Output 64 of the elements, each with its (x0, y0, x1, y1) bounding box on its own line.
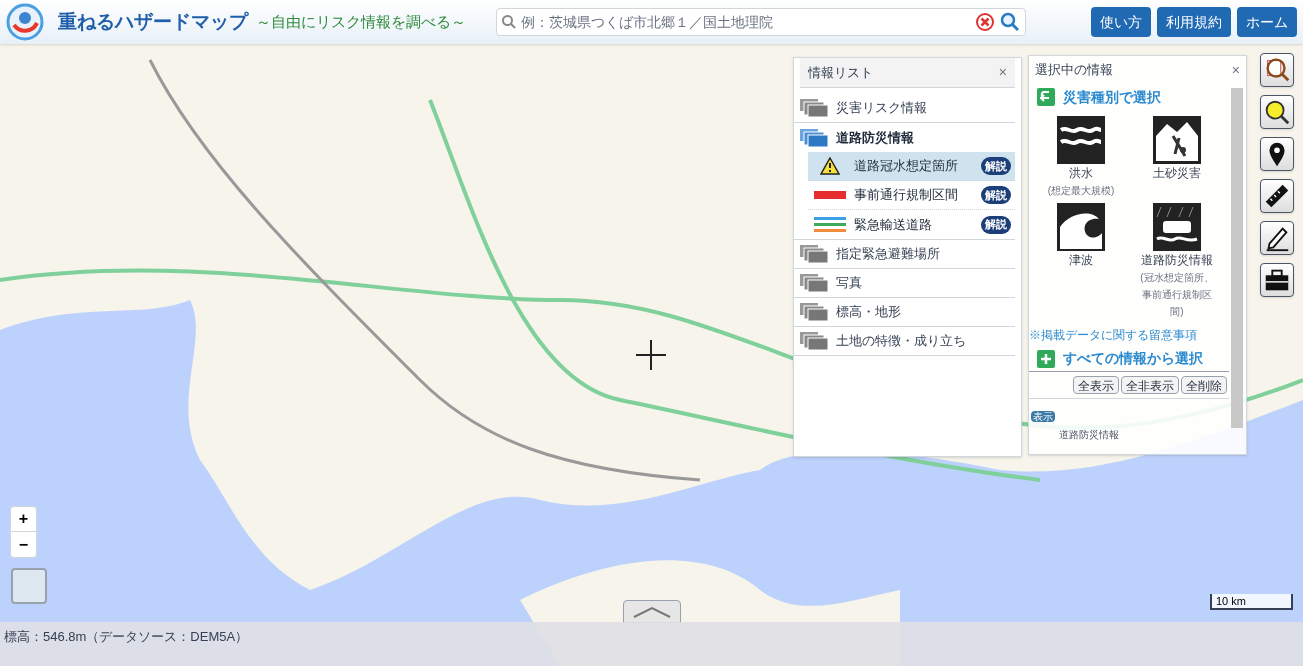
scrollbar[interactable] (1231, 88, 1243, 428)
elevation-text: 標高：546.8m（データソース：DEM5A） (4, 629, 249, 644)
panel-title: 情報リスト (808, 63, 873, 82)
list-item[interactable]: 土地の特徴・成り立ち (794, 327, 1015, 356)
map-search-icon[interactable] (1260, 53, 1294, 87)
close-button[interactable]: × (998, 62, 1007, 83)
hazard-type-icon[interactable] (1153, 203, 1201, 251)
plus-icon (1037, 349, 1055, 368)
layer-item[interactable]: 事前通行規制区間 解説 (808, 181, 1015, 210)
hazard-note: (想定最大規模) (1046, 184, 1116, 198)
hazard-search-icon[interactable] (1260, 95, 1294, 129)
section-link[interactable]: すべての情報から選択 (1063, 348, 1203, 369)
header-button[interactable]: 使い方 (1091, 7, 1151, 37)
list-item[interactable]: 標高・地形 (794, 298, 1015, 327)
crosshair-icon (636, 340, 666, 370)
line-legend-icon (814, 191, 846, 199)
section-link[interactable]: 災害種別で選択 (1063, 86, 1161, 108)
layer-item[interactable]: 緊急輸送道路 解説 (808, 210, 1015, 239)
hazard-label: 道路防災情報 (1141, 252, 1213, 269)
hazard-label: 土砂災害 (1153, 165, 1201, 182)
list-item[interactable]: 写真 (794, 269, 1015, 298)
layer-label: 道路防災情報 (1058, 428, 1120, 442)
status-badge: 表示 (1031, 411, 1055, 422)
panel-button[interactable]: 全非表示 (1121, 376, 1179, 394)
warning-icon (820, 157, 840, 175)
panel-button[interactable]: 全表示 (1073, 376, 1119, 394)
search-input[interactable]: 例：茨城県つくば市北郷１／国土地理院 (521, 11, 971, 33)
notice-link[interactable]: ※掲載データに関する留意事項 (1029, 326, 1229, 344)
explain-button[interactable]: 解説 (981, 186, 1011, 204)
hazard-type-icon[interactable] (1153, 116, 1201, 164)
close-button[interactable]: × (1231, 59, 1240, 81)
explain-button[interactable]: 解説 (981, 215, 1011, 234)
layer-item[interactable]: 道路冠水想定箇所 解説 (808, 152, 1015, 181)
hazard-label: 津波 (1069, 252, 1093, 269)
search-field[interactable]: 例：茨城県つくば市北郷１／国土地理院 (496, 8, 1026, 36)
logo-icon (6, 3, 44, 41)
zoom-out-button[interactable]: − (11, 532, 36, 557)
list-item[interactable]: 指定緊急避難場所 (794, 240, 1015, 269)
clear-icon[interactable] (975, 12, 995, 32)
minimap-toggle[interactable] (11, 568, 47, 604)
pencil-icon[interactable] (1260, 221, 1294, 255)
app-title: 重ねるハザードマップ (58, 9, 248, 34)
header-button[interactable]: ホーム (1237, 7, 1297, 37)
toolbox-icon[interactable] (1260, 263, 1294, 297)
explain-button[interactable]: 解説 (981, 157, 1011, 175)
hazard-type-icon[interactable] (1057, 203, 1105, 251)
panel-button[interactable]: 全削除 (1181, 376, 1227, 394)
app-subtitle: ～自由にリスク情報を調べる～ (256, 11, 466, 32)
hazard-note: (冠水想定箇所、事前通行規制区間) (1140, 271, 1214, 319)
hazard-type-icon[interactable] (1057, 116, 1105, 164)
search-icon (501, 14, 517, 30)
search-icon[interactable] (999, 11, 1021, 33)
chevron-up-icon (632, 605, 672, 618)
list-item[interactable]: 道路防災情報 (794, 123, 1015, 152)
panel-title: 選択中の情報 (1035, 61, 1113, 80)
header-button[interactable]: 利用規約 (1157, 7, 1231, 37)
line-legend-icon (814, 217, 846, 232)
expand-tab[interactable] (623, 600, 681, 623)
list-item[interactable]: 災害リスク情報 (794, 94, 1015, 123)
zoom-in-button[interactable]: + (11, 507, 36, 532)
ruler-icon[interactable] (1260, 179, 1294, 213)
location-pin-icon[interactable] (1260, 137, 1294, 171)
hazard-label: 洪水 (1069, 165, 1093, 182)
scale-bar: 10 km (1210, 594, 1293, 610)
